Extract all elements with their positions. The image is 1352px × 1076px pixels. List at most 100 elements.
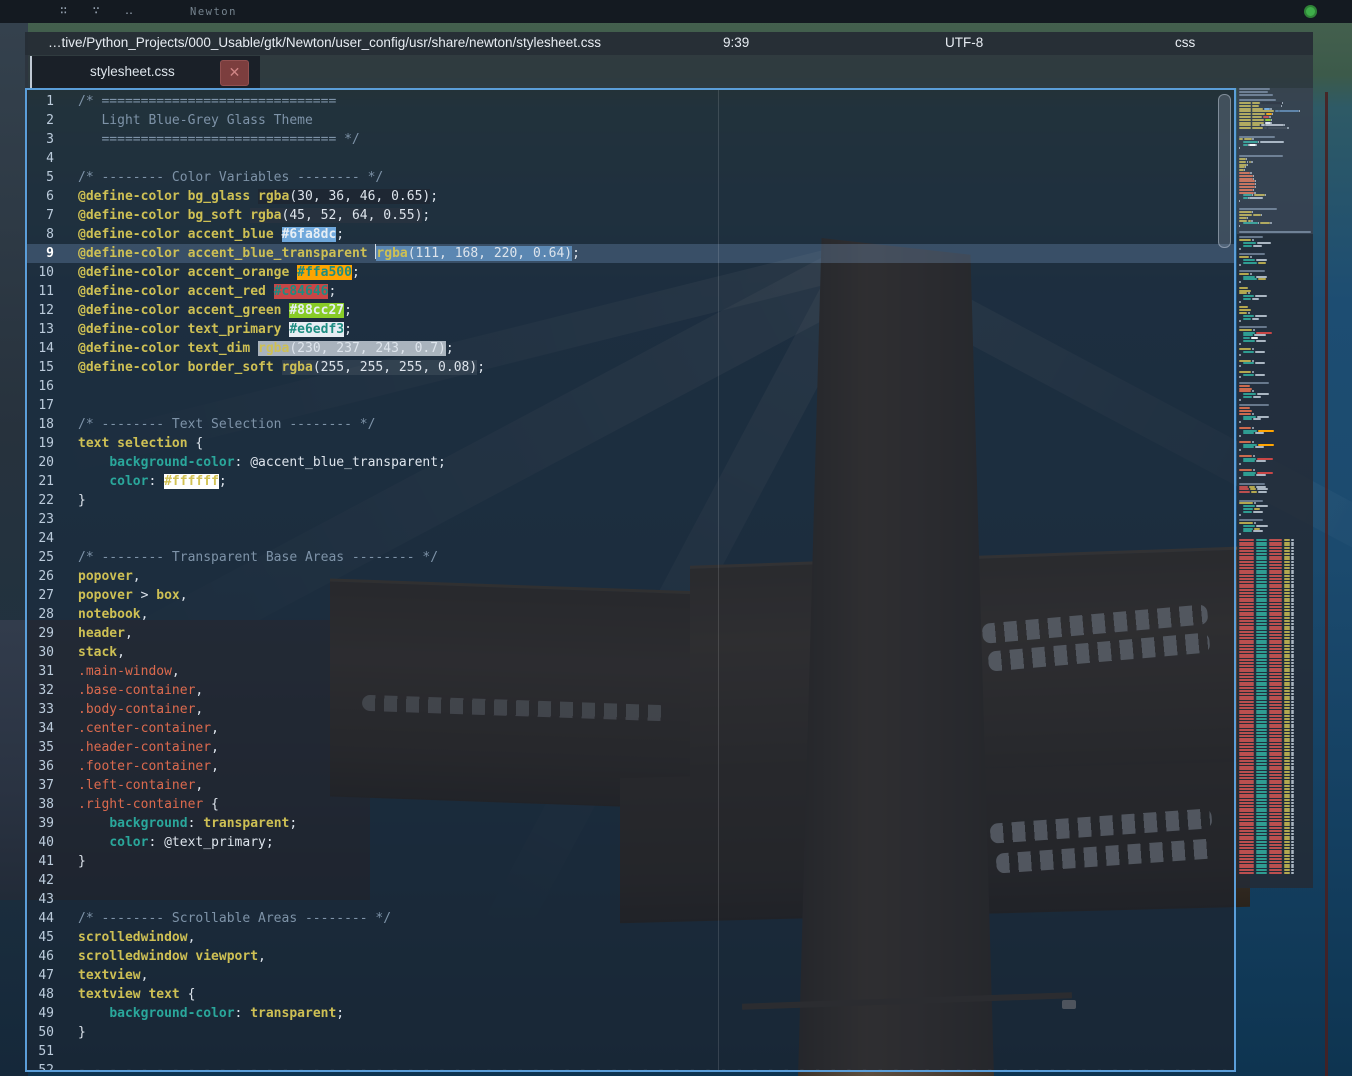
code-line[interactable]: @define-color accent_orange #ffa500; <box>27 263 1234 282</box>
code-line[interactable]: ============================== */ <box>27 130 1234 149</box>
code-line[interactable]: @define-color accent_blue #6fa8dc; <box>27 225 1234 244</box>
code-line[interactable]: background-color: @accent_blue_transpare… <box>27 453 1234 472</box>
code-token: .header-container <box>78 740 211 755</box>
line-number: 43 <box>27 890 54 909</box>
code-token: background-color <box>109 455 234 470</box>
color-swatch-token: rgba <box>258 189 289 204</box>
code-line[interactable]: /* -------- Transparent Base Areas -----… <box>27 548 1234 567</box>
workspace-grid-icon[interactable]: ∷ <box>60 3 69 17</box>
window-close-dot-icon[interactable] <box>1304 5 1317 18</box>
code-line[interactable]: /* -------- Color Variables -------- */ <box>27 168 1234 187</box>
code-line[interactable]: stack, <box>27 643 1234 662</box>
code-line[interactable]: color: #ffffff; <box>27 472 1234 491</box>
code-line[interactable]: Light Blue-Grey Glass Theme <box>27 111 1234 130</box>
code-token: @define-color <box>78 360 180 375</box>
code-lines[interactable]: /* ============================== Light … <box>27 92 1234 1072</box>
line-number: 30 <box>27 643 54 662</box>
code-line[interactable] <box>27 396 1234 415</box>
code-line[interactable]: /* -------- Text Selection -------- */ <box>27 415 1234 434</box>
minimap-viewport[interactable] <box>1237 88 1313 234</box>
code-token: border_soft <box>188 360 274 375</box>
code-line[interactable]: @define-color text_primary #e6edf3; <box>27 320 1234 339</box>
vertical-scrollbar[interactable] <box>1218 94 1231 248</box>
line-number: 28 <box>27 605 54 624</box>
line-number: 31 <box>27 662 54 681</box>
code-line[interactable] <box>27 510 1234 529</box>
line-number: 39 <box>27 814 54 833</box>
code-token: , <box>211 721 219 736</box>
code-line[interactable]: } <box>27 852 1234 871</box>
code-token: notebook <box>78 607 141 622</box>
line-number: 21 <box>27 472 54 491</box>
code-token <box>180 322 188 337</box>
code-token <box>78 455 109 470</box>
code-token: selection <box>117 436 187 451</box>
code-line[interactable]: popover, <box>27 567 1234 586</box>
line-number: 17 <box>27 396 54 415</box>
code-line[interactable]: @define-color text_dim rgba(230, 237, 24… <box>27 339 1234 358</box>
code-token: ; <box>352 265 360 280</box>
code-token: , <box>211 740 219 755</box>
code-line[interactable]: popover > box, <box>27 586 1234 605</box>
code-line[interactable]: @define-color bg_soft rgba(45, 52, 64, 0… <box>27 206 1234 225</box>
code-token: box <box>156 588 179 603</box>
code-line[interactable]: scrolledwindow viewport, <box>27 947 1234 966</box>
tab-stylesheet-css[interactable]: stylesheet.css ✕ <box>30 56 260 88</box>
code-line[interactable]: background: transparent; <box>27 814 1234 833</box>
line-number: 40 <box>27 833 54 852</box>
code-line[interactable]: text selection { <box>27 434 1234 453</box>
code-line[interactable]: @define-color accent_green #88cc27; <box>27 301 1234 320</box>
minimap[interactable] <box>1237 88 1313 888</box>
language-label: css <box>1175 35 1195 50</box>
code-line[interactable]: } <box>27 491 1234 510</box>
code-token: ; <box>430 189 438 204</box>
code-token: background-color <box>109 1006 234 1021</box>
code-line[interactable]: .main-window, <box>27 662 1234 681</box>
code-line[interactable]: .header-container, <box>27 738 1234 757</box>
code-token: , <box>188 930 196 945</box>
line-number: 6 <box>27 187 54 206</box>
code-line[interactable]: textview, <box>27 966 1234 985</box>
code-token: @define-color <box>78 246 180 261</box>
color-swatch-token: rgba <box>258 341 289 356</box>
code-line[interactable]: scrolledwindow, <box>27 928 1234 947</box>
code-line[interactable]: @define-color border_soft rgba(255, 255,… <box>27 358 1234 377</box>
code-line[interactable]: - - - - - - - - - - - - - - - - - - - - … <box>27 1061 1234 1072</box>
line-number: 4 <box>27 149 54 168</box>
workspace-more-icon[interactable]: ‥ <box>125 3 135 17</box>
code-token: , <box>195 683 203 698</box>
code-token: } <box>78 854 86 869</box>
code-line[interactable]: } <box>27 1023 1234 1042</box>
code-token <box>274 360 282 375</box>
code-line[interactable]: textview text { <box>27 985 1234 1004</box>
code-line[interactable] <box>27 529 1234 548</box>
tab-close-button[interactable]: ✕ <box>220 60 249 86</box>
code-line[interactable]: .right-container { <box>27 795 1234 814</box>
code-line[interactable]: .left-container, <box>27 776 1234 795</box>
code-line[interactable]: .base-container, <box>27 681 1234 700</box>
code-line[interactable]: .footer-container, <box>27 757 1234 776</box>
code-line[interactable]: header, <box>27 624 1234 643</box>
color-swatch-token: #ffffff <box>164 474 219 489</box>
code-line[interactable]: background-color: transparent; <box>27 1004 1234 1023</box>
code-line[interactable]: /* -------- Scrollable Areas -------- */ <box>27 909 1234 928</box>
code-line[interactable]: @define-color accent_blue_transparent rg… <box>27 244 1234 263</box>
code-line[interactable]: notebook, <box>27 605 1234 624</box>
code-line[interactable]: @define-color accent_red #c84646; <box>27 282 1234 301</box>
code-line[interactable] <box>27 890 1234 909</box>
code-line[interactable] <box>27 871 1234 890</box>
code-token: } <box>78 1025 86 1040</box>
code-line[interactable]: /* ============================== <box>27 92 1234 111</box>
code-token: @define-color <box>78 303 180 318</box>
code-line[interactable]: color: @text_primary; <box>27 833 1234 852</box>
code-editor[interactable]: /* ============================== Light … <box>25 88 1236 1072</box>
code-line[interactable] <box>27 1042 1234 1061</box>
code-line[interactable]: .body-container, <box>27 700 1234 719</box>
code-line[interactable]: @define-color bg_glass rgba(30, 36, 46, … <box>27 187 1234 206</box>
workspace-dots-icon[interactable]: ∵ <box>92 3 101 17</box>
code-line[interactable]: .center-container, <box>27 719 1234 738</box>
code-line[interactable] <box>27 149 1234 168</box>
code-line[interactable] <box>27 377 1234 396</box>
line-number: 34 <box>27 719 54 738</box>
code-token: .center-container <box>78 721 211 736</box>
